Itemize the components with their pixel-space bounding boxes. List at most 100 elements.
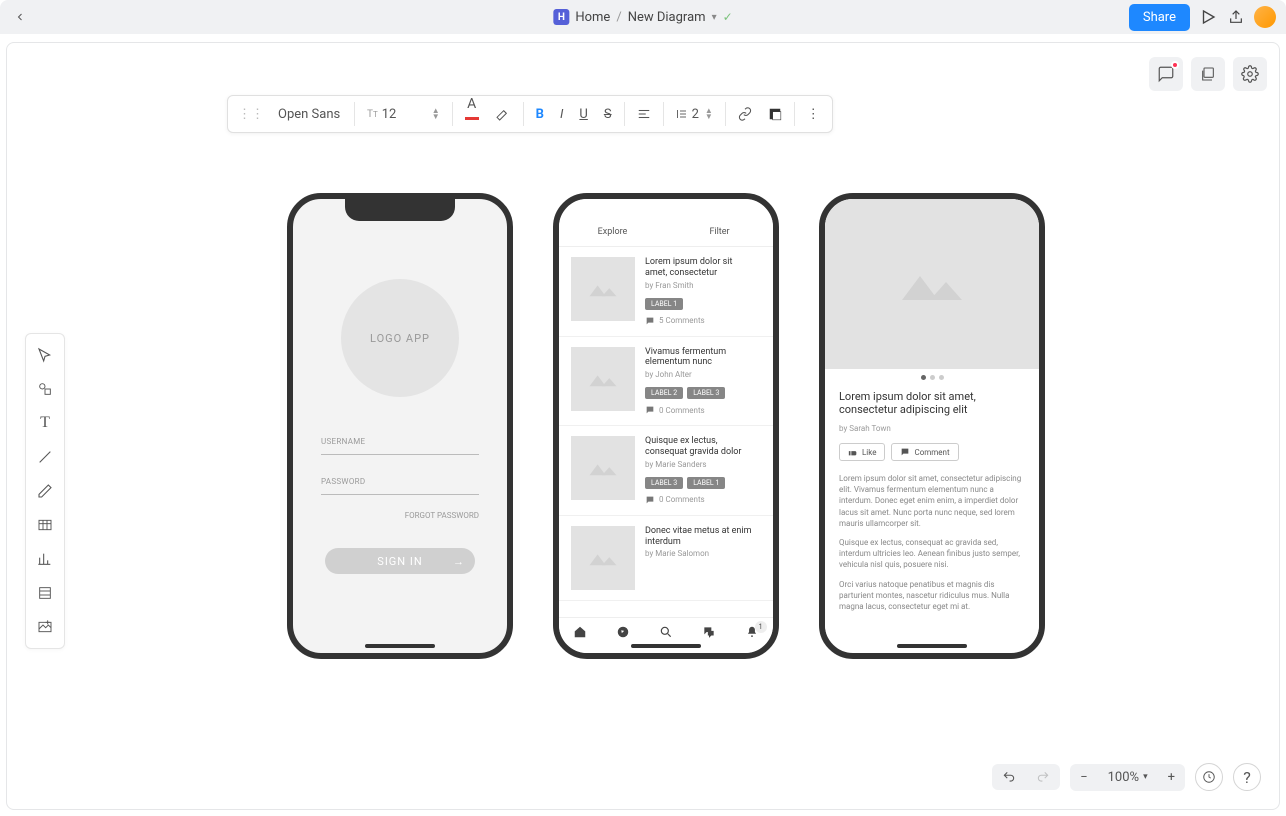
feed-title: Quisque ex lectus, consequat gravida dol… xyxy=(645,436,755,458)
underline-button[interactable]: U xyxy=(571,96,595,132)
font-size-stepper[interactable]: TT 12 ▲▼ xyxy=(359,96,448,132)
feed-item[interactable]: Vivamus fermentum elementum nuncby John … xyxy=(559,337,773,427)
nav-explore-icon[interactable] xyxy=(616,625,630,639)
breadcrumb-separator: / xyxy=(616,10,621,25)
username-label: USERNAME xyxy=(321,437,479,446)
breadcrumb-doc[interactable]: New Diagram xyxy=(628,10,706,25)
comments-button[interactable] xyxy=(1149,57,1183,91)
detail-author: by Sarah Town xyxy=(839,424,1025,433)
table-tool[interactable] xyxy=(30,510,60,540)
mockup-detail[interactable]: Lorem ipsum dolor sit amet, consectetur … xyxy=(819,193,1045,659)
back-button[interactable] xyxy=(10,7,30,27)
link-button[interactable] xyxy=(730,96,760,132)
feed-item[interactable]: Donec vitae metus at enim interdumby Mar… xyxy=(559,516,773,601)
font-family-select[interactable]: Open Sans xyxy=(270,96,350,132)
italic-button[interactable]: I xyxy=(552,96,571,132)
like-label: Like xyxy=(862,448,876,457)
logo-placeholder: LOGO APP xyxy=(341,279,459,397)
export-icon[interactable] xyxy=(1226,7,1246,27)
mockup-feed[interactable]: Explore Filter Lorem ipsum dolor sit ame… xyxy=(553,193,779,659)
feed-item[interactable]: Lorem ipsum dolor sit amet, consectetur b… xyxy=(559,247,773,337)
chevron-down-icon[interactable]: ▾ xyxy=(712,12,717,23)
share-button[interactable]: Share xyxy=(1129,4,1190,31)
feed-tag: LABEL 3 xyxy=(687,387,725,399)
image-tool[interactable] xyxy=(30,612,60,642)
pages-button[interactable] xyxy=(1191,57,1225,91)
feed-title: Donec vitae metus at enim interdum xyxy=(645,526,755,548)
settings-button[interactable] xyxy=(1233,57,1267,91)
breadcrumb: H Home / New Diagram ▾ ✓ xyxy=(553,9,732,25)
feed-tag: LABEL 3 xyxy=(645,477,683,489)
feed-author: by Marie Salomon xyxy=(645,549,761,558)
feed-author: by John Alter xyxy=(645,370,761,379)
history-button[interactable] xyxy=(1195,763,1223,791)
cursor-tool[interactable] xyxy=(30,340,60,370)
tab-explore[interactable]: Explore xyxy=(559,217,666,246)
nav-search-icon[interactable] xyxy=(659,625,673,639)
highlight-button[interactable] xyxy=(487,96,519,132)
home-indicator xyxy=(365,644,435,648)
align-button[interactable] xyxy=(629,96,659,132)
feed-list: Lorem ipsum dolor sit amet, consectetur b… xyxy=(559,247,773,617)
home-indicator xyxy=(897,644,967,648)
zoom-out-button[interactable]: − xyxy=(1070,764,1097,791)
feed-title: Lorem ipsum dolor sit amet, consectetur xyxy=(645,257,755,279)
text-tool[interactable]: T xyxy=(30,408,60,438)
line-tool[interactable] xyxy=(30,442,60,472)
nav-bell-icon[interactable]: 1 xyxy=(745,625,759,639)
forgot-password-link[interactable]: FORGOT PASSWORD xyxy=(405,511,479,520)
app-topbar: H Home / New Diagram ▾ ✓ Share xyxy=(0,0,1286,34)
text-color-button[interactable]: A xyxy=(457,96,487,132)
help-button[interactable]: ? xyxy=(1233,763,1261,791)
font-size-value[interactable]: 12 xyxy=(382,107,426,122)
user-avatar[interactable] xyxy=(1254,6,1276,28)
signin-button[interactable]: SIGN IN → xyxy=(325,548,475,574)
pencil-tool[interactable] xyxy=(30,476,60,506)
line-height-stepper[interactable]: 2 ▲▼ xyxy=(668,96,721,132)
phone-notch xyxy=(345,199,455,221)
saved-check-icon: ✓ xyxy=(723,10,733,24)
breadcrumb-home[interactable]: Home xyxy=(575,10,610,25)
canvas[interactable]: ⋮⋮ Open Sans TT 12 ▲▼ A B I U S 2 ▲▼ xyxy=(6,42,1280,810)
detail-paragraph: Lorem ipsum dolor sit amet, consectetur … xyxy=(839,473,1025,529)
line-height-value[interactable]: 2 xyxy=(692,107,699,122)
arrow-right-icon: → xyxy=(453,555,465,568)
comment-button[interactable]: Comment xyxy=(891,443,958,461)
tab-filter[interactable]: Filter xyxy=(666,217,773,246)
nav-chat-icon[interactable] xyxy=(702,625,716,639)
text-toolbar[interactable]: ⋮⋮ Open Sans TT 12 ▲▼ A B I U S 2 ▲▼ xyxy=(227,95,833,133)
zoom-level[interactable]: 100% ▾ xyxy=(1098,764,1158,791)
feed-item[interactable]: Quisque ex lectus, consequat gravida dol… xyxy=(559,426,773,516)
zoom-in-button[interactable]: + xyxy=(1158,764,1185,791)
notification-dot-icon xyxy=(1171,61,1179,69)
shapes-tool[interactable] xyxy=(30,374,60,404)
play-icon[interactable] xyxy=(1198,7,1218,27)
feed-author: by Marie Sanders xyxy=(645,460,761,469)
undo-button[interactable] xyxy=(992,764,1026,790)
redo-button[interactable] xyxy=(1026,764,1060,790)
drag-handle-icon[interactable]: ⋮⋮ xyxy=(232,96,270,132)
comment-label: Comment xyxy=(914,448,949,457)
feed-author: by Fran Smith xyxy=(645,281,761,290)
app-logo-icon: H xyxy=(553,9,569,25)
feed-comments: 0 Comments xyxy=(645,495,761,505)
bold-button[interactable]: B xyxy=(528,96,552,132)
nav-badge: 1 xyxy=(755,621,767,633)
chart-tool[interactable] xyxy=(30,544,60,574)
tool-palette: T xyxy=(25,333,65,649)
thumbnail-placeholder xyxy=(571,257,635,321)
feed-title: Vivamus fermentum elementum nunc xyxy=(645,347,755,369)
more-icon[interactable]: ⋮ xyxy=(799,96,828,132)
mockup-login[interactable]: LOGO APP USERNAME PASSWORD FORGOT PASSWO… xyxy=(287,193,513,659)
like-button[interactable]: Like xyxy=(839,443,885,461)
detail-paragraph: Quisque ex lectus, consequat ac gravida … xyxy=(839,537,1025,571)
nav-home-icon[interactable] xyxy=(573,625,587,639)
fill-button[interactable] xyxy=(760,96,790,132)
frame-tool[interactable] xyxy=(30,578,60,608)
strikethrough-button[interactable]: S xyxy=(596,96,620,132)
thumbnail-placeholder xyxy=(571,347,635,411)
feed-comments: 5 Comments xyxy=(645,316,761,326)
home-indicator xyxy=(631,644,701,648)
feed-tag: LABEL 1 xyxy=(687,477,725,489)
signin-label: SIGN IN xyxy=(377,555,422,568)
